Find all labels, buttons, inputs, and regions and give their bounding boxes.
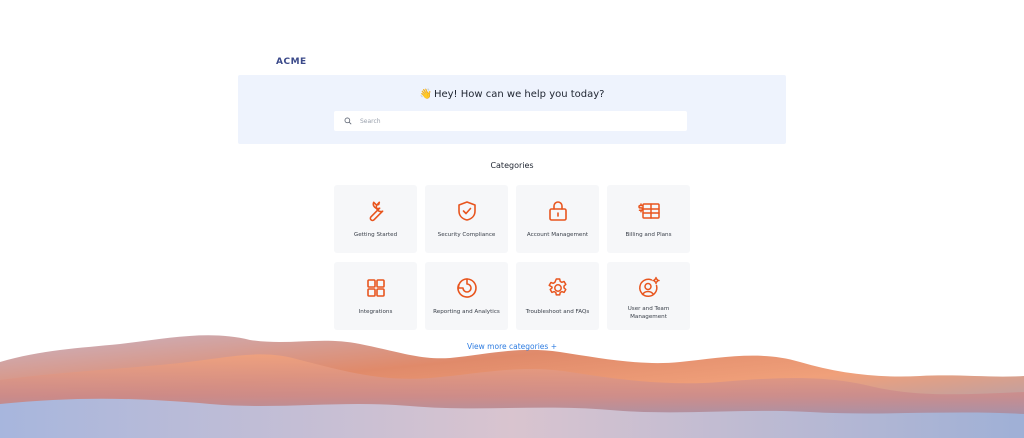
- gear-icon: [546, 276, 570, 300]
- grid-icon: [364, 276, 388, 300]
- lock-icon: [546, 199, 570, 223]
- category-card-security-compliance[interactable]: Security Compliance: [425, 185, 508, 253]
- category-label: Troubleshoot and FAQs: [525, 309, 590, 315]
- category-card-reporting-and-analytics[interactable]: Reporting and Analytics: [425, 262, 508, 330]
- user-gear-icon: [637, 276, 661, 300]
- category-label: Security Compliance: [437, 232, 496, 238]
- pie-chart-icon: [455, 276, 479, 300]
- billing-icon: [637, 199, 661, 223]
- search-box[interactable]: [334, 111, 687, 131]
- hero-title: 👋 Hey! How can we help you today?: [238, 89, 786, 100]
- category-card-user-and-team-management[interactable]: User and Team Management: [607, 262, 690, 330]
- search-icon: [344, 117, 352, 125]
- category-label: Integrations: [358, 309, 393, 315]
- search-input[interactable]: [358, 116, 662, 126]
- category-label: Reporting and Analytics: [433, 309, 500, 315]
- category-label: Account Management: [526, 232, 589, 238]
- wrench-icon: [364, 199, 388, 223]
- acme-logo[interactable]: ACME: [276, 57, 307, 67]
- view-more-categories-link[interactable]: View more categories +: [0, 342, 1024, 351]
- shield-check-icon: [455, 199, 479, 223]
- hero-banner: 👋 Hey! How can we help you today?: [238, 75, 786, 144]
- categories-grid: Getting Started Security Compliance Acco…: [334, 185, 692, 330]
- category-label: Getting Started: [353, 232, 398, 238]
- category-card-integrations[interactable]: Integrations: [334, 262, 417, 330]
- category-card-account-management[interactable]: Account Management: [516, 185, 599, 253]
- category-card-troubleshoot-and-faqs[interactable]: Troubleshoot and FAQs: [516, 262, 599, 330]
- category-card-billing-and-plans[interactable]: Billing and Plans: [607, 185, 690, 253]
- categories-heading: Categories: [490, 161, 534, 170]
- hero-title-text: Hey! How can we help you today?: [433, 89, 605, 100]
- waving-hand-icon: 👋: [419, 89, 432, 100]
- category-label: User and Team Management: [627, 306, 670, 320]
- category-label: Billing and Plans: [625, 232, 672, 238]
- category-card-getting-started[interactable]: Getting Started: [334, 185, 417, 253]
